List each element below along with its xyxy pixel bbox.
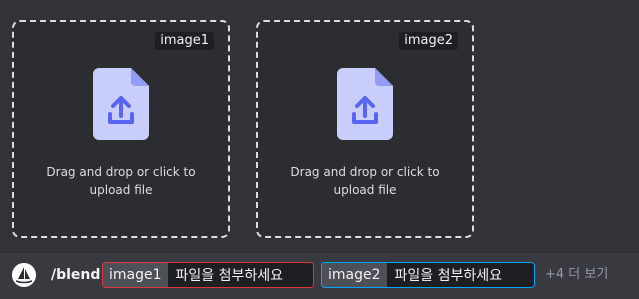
command-name: /blend — [51, 267, 101, 283]
blend-command-ui: image1 Drag and drop or click to upload … — [0, 0, 639, 299]
sailboat-logo-icon — [12, 263, 36, 287]
slash-command-bar: /blend image1 파일을 첨부하세요 image2 파일을 첨부하세요… — [0, 252, 639, 299]
upload-box-tag: image1 — [155, 32, 214, 50]
upload-file-icon — [337, 68, 393, 140]
upload-hint: Drag and drop or click to upload file — [258, 163, 472, 199]
option-image1[interactable]: image1 파일을 첨부하세요 — [102, 262, 314, 288]
upload-box-image2[interactable]: image2 Drag and drop or click to upload … — [256, 20, 474, 238]
option-name: image1 — [103, 263, 168, 287]
upload-box-tag: image2 — [399, 32, 458, 50]
option-value-placeholder: 파일을 첨부하세요 — [386, 263, 534, 287]
upload-hint-line2: upload file — [89, 183, 153, 197]
upload-box-image1[interactable]: image1 Drag and drop or click to upload … — [12, 20, 230, 238]
option-image2[interactable]: image2 파일을 첨부하세요 — [321, 262, 535, 288]
upload-file-icon — [93, 68, 149, 140]
attachment-drop-area: image1 Drag and drop or click to upload … — [0, 0, 639, 252]
upload-hint: Drag and drop or click to upload file — [14, 163, 228, 199]
upload-hint-line1: Drag and drop or click to — [46, 165, 196, 179]
more-options-link[interactable]: +4 더 보기 — [545, 266, 608, 284]
option-value-placeholder: 파일을 첨부하세요 — [167, 263, 313, 287]
upload-hint-line2: upload file — [333, 183, 397, 197]
upload-hint-line1: Drag and drop or click to — [290, 165, 440, 179]
option-name: image2 — [322, 263, 387, 287]
